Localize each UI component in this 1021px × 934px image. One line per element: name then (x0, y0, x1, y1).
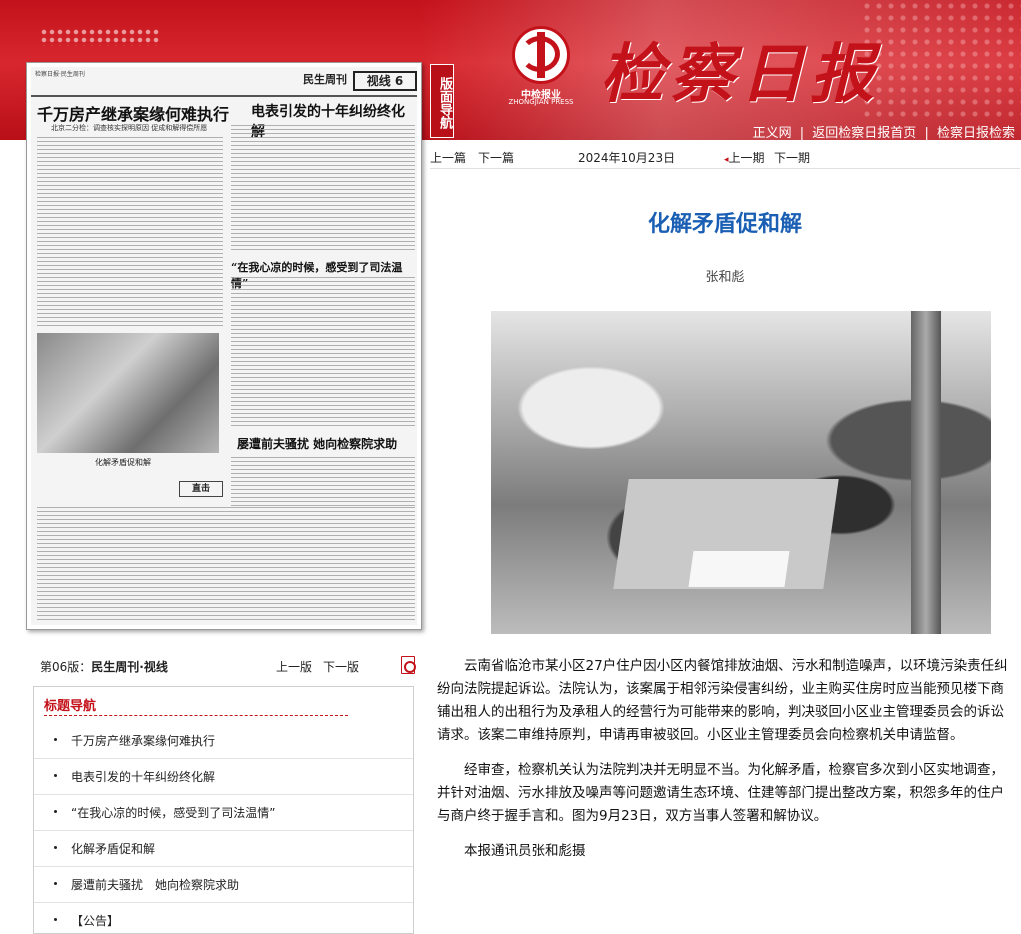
link-separator: | (799, 126, 805, 140)
edition-nav: 第06版：民生周刊·视线 上一版 下一版 (40, 656, 420, 676)
prev-issue-link[interactable]: ◂上一期 (724, 149, 765, 166)
topic-item[interactable]: 化解矛盾促和解 (34, 831, 413, 867)
top-links: 正义网 | 返回检察日报首页 | 检察日报检索 (751, 122, 1017, 140)
edition-name: 第06版：民生周刊·视线 (40, 658, 168, 675)
link-separator: | (924, 126, 929, 140)
bullet-icon (54, 846, 57, 849)
page-thumbnail-image: 检察日报·民生周刊 民生周刊 视线 6 千万房产继承案缘何难执行 北京二分检：调… (31, 67, 417, 625)
article-nav: 上一篇 下一篇 2024年10月23日 ◂上一期 下一期 (430, 149, 1010, 165)
logo-en-text: ZHONGJIAN PRESS (508, 98, 574, 106)
article-paragraph: 经审查，检察机关认为法院判决并无明显不当。为化解矛盾，检察官多次到小区实地调查，… (437, 762, 1004, 824)
next-article-link[interactable]: 下一篇 (478, 149, 514, 166)
topic-link[interactable]: “在我心凉的时候，感受到了司法温情” (71, 804, 275, 821)
thumb-text-block (231, 457, 415, 507)
title-divider (44, 715, 348, 716)
issue-date: 2024年10月23日 (578, 151, 676, 165)
thumb-section: 民生周刊 (303, 73, 347, 86)
thumb-stamp: 直击 (179, 481, 223, 497)
nav-divider (430, 168, 1020, 169)
topic-link[interactable]: 屡遭前夫骚扰 她向检察院求助 (71, 876, 239, 893)
topic-item[interactable]: “在我心凉的时候，感受到了司法温情” (34, 795, 413, 831)
article-body: 云南省临沧市某小区27户住户因小区内餐馆排放油烟、污水和制造噪声，以环境污染责任… (437, 655, 1012, 875)
photo-paper-shape (688, 551, 790, 587)
photo-tree-shape (911, 311, 941, 634)
newspaper-masthead: 检察日报 (600, 37, 880, 112)
article-photo (491, 311, 991, 634)
bullet-icon (54, 738, 57, 741)
prev-article-link[interactable]: 上一篇 (430, 149, 466, 166)
thumb-masthead: 检察日报·民生周刊 (35, 71, 85, 78)
article-author: 张和彪 (705, 270, 745, 285)
logo-bar-icon (537, 32, 545, 78)
headline-navigation: 标题导航 千万房产继承案缘何难执行 电表引发的十年纠纷终化解 “在我心凉的时候，… (33, 686, 414, 934)
prev-issue-label: 上一期 (728, 151, 765, 165)
pdf-icon[interactable] (401, 656, 416, 674)
bullet-icon (54, 918, 57, 921)
thumb-notice-block (37, 507, 415, 623)
bullet-icon (54, 882, 57, 885)
topic-link[interactable]: 化解矛盾促和解 (71, 840, 155, 857)
topic-link[interactable]: 【公告】 (71, 912, 119, 929)
page-nav-tab[interactable]: 版面导航 (430, 64, 454, 138)
topic-item[interactable]: 电表引发的十年纠纷终化解 (34, 759, 413, 795)
topic-item[interactable]: 【公告】 (34, 903, 413, 934)
thumb-headline-1[interactable]: 千万房产继承案缘何难执行 (37, 101, 229, 125)
link-search[interactable]: 检察日报检索 (935, 126, 1017, 140)
next-edition-link[interactable]: 下一版 (323, 658, 359, 675)
thumb-headline-4[interactable]: 屡遭前夫骚扰 她向检察院求助 (237, 435, 397, 452)
edition-title: 民生周刊·视线 (91, 660, 168, 674)
bullet-icon (54, 810, 57, 813)
thumb-text-block (231, 125, 415, 253)
thumb-text-block (231, 277, 415, 427)
topic-link[interactable]: 千万房产继承案缘何难执行 (71, 732, 215, 749)
bullet-icon (54, 774, 57, 777)
topic-link[interactable]: 电表引发的十年纠纷终化解 (71, 768, 215, 785)
link-home[interactable]: 返回检察日报首页 (810, 126, 918, 140)
thumb-text-block (37, 137, 223, 327)
thumb-caption: 化解矛盾促和解 (95, 458, 151, 467)
thumb-photo[interactable] (37, 333, 219, 453)
article-paragraph: 云南省临沧市某小区27户住户因小区内餐馆排放油烟、污水和制造噪声，以环境污染责任… (437, 658, 1008, 743)
edition-prefix: 第06版： (40, 660, 92, 674)
topic-item[interactable]: 千万房产继承案缘何难执行 (34, 723, 413, 759)
headline-navigation-title: 标题导航 (44, 699, 97, 714)
press-logo: 中检报业 ZHONGJIAN PRESS (506, 24, 576, 106)
page-thumbnail[interactable]: 检察日报·民生周刊 民生周刊 视线 6 千万房产继承案缘何难执行 北京二分检：调… (26, 62, 422, 630)
article-title: 化解矛盾促和解 (647, 212, 802, 237)
thumb-section-box: 视线 6 (353, 71, 417, 91)
next-issue-link[interactable]: 下一期 (774, 149, 810, 166)
banner-decoration (40, 28, 160, 46)
photo-credit: 本报通讯员张和彪摄 (464, 843, 586, 859)
link-zhengyi[interactable]: 正义网 (751, 126, 794, 140)
prev-edition-link[interactable]: 上一版 (276, 658, 312, 675)
thumb-subheadline-1: 北京二分检：调查核实探明原因 促成和解得偿所愿 (51, 124, 208, 132)
topic-item[interactable]: 屡遭前夫骚扰 她向检察院求助 (34, 867, 413, 903)
